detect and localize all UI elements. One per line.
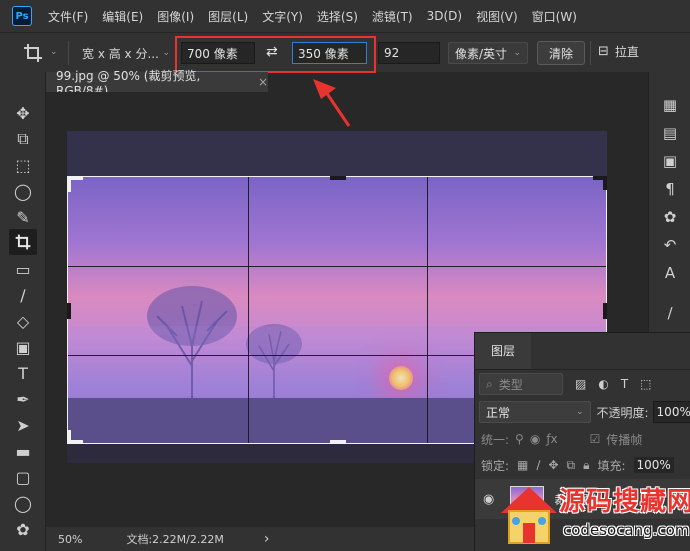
chevron-down-icon: ⌄ [575,407,584,417]
search-icon: ⌕ [486,376,493,391]
filter-adjustment-icon[interactable]: ◐ [598,377,608,391]
filter-shape-icon[interactable]: ⬚ [640,377,651,391]
watermark-url: codesocang.com [563,521,690,539]
paragraph-icon[interactable]: ¶ [659,178,681,200]
opacity-field[interactable]: 100% [652,401,690,423]
lock-artboard-icon[interactable]: ⧉ [567,458,576,473]
zoom-level[interactable]: 50% [58,533,82,546]
blend-row: 正常 ⌄ 不透明度: 100% [479,399,690,425]
lock-label: 锁定: [481,458,510,473]
propagate-checkbox-icon[interactable]: ☑ [590,432,601,446]
swatches-icon[interactable]: ▦ [659,94,681,116]
history-icon[interactable]: ↶ [659,234,681,256]
opacity-value: 100% [656,405,690,419]
blend-mode-select[interactable]: 正常 ⌄ [479,401,591,423]
properties-icon[interactable]: ▣ [659,150,681,172]
eye-icon[interactable]: ◉ [483,492,494,507]
document-info: 文档:2.22M/2.22M [126,533,224,546]
libraries-icon[interactable]: ▤ [659,122,681,144]
lock-row: 锁定: ▦ ∕ ✥ ⧉ 🔒︎ 填充: 100% [481,455,690,475]
chevron-right-icon[interactable]: › [264,531,270,547]
lock-transparency-icon[interactable]: ▦ [517,458,528,472]
unify-label: 统一: [481,432,510,447]
watermark: 源码搜藏网 codesocang.com [497,477,690,551]
layer-filter-select[interactable]: ⌕ 类型 [479,373,563,395]
unify-position-icon[interactable]: ⚲ [515,432,524,446]
unify-row: 统一: ⚲ ◉ ƒx ☑ 传播帧 [481,429,690,449]
fill-value[interactable]: 100% [633,457,674,473]
opacity-label: 不透明度: [596,405,649,420]
panel-icon-strip: ▦ ▤ ▣ ¶ ✿ ↶ A ∕ [648,72,690,332]
character-icon[interactable]: A [659,262,681,284]
fill-label: 填充: [597,458,626,473]
watermark-title: 源码搜藏网 [559,487,690,517]
filter-placeholder: 类型 [498,377,523,392]
unify-visibility-icon[interactable]: ◉ [530,432,540,446]
brush-settings-icon[interactable]: ∕ [659,302,681,324]
lock-all-icon[interactable]: 🔒︎ [583,458,589,473]
color-palette-icon[interactable]: ✿ [659,206,681,228]
lock-position-icon[interactable]: ✥ [548,458,558,472]
layer-filter-row: ⌕ 类型 ▨ ◐ T ⬚ [479,371,690,397]
filter-image-icon[interactable]: ▨ [575,377,586,391]
filter-type-icon[interactable]: T [621,377,628,391]
tab-layers[interactable]: 图层 [475,333,531,369]
lock-pixels-icon[interactable]: ∕ [536,458,540,472]
blend-mode-value: 正常 [486,405,511,420]
watermark-house-logo [501,487,557,544]
divider [475,369,690,370]
unify-style-icon[interactable]: ƒx [546,432,557,446]
propagate-label: 传播帧 [606,432,643,447]
